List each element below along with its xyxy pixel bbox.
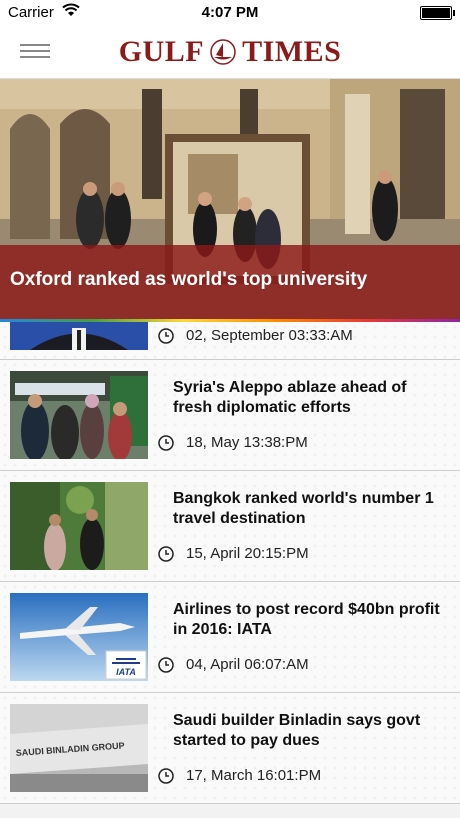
gulf-times-logo: GULF TIMES <box>105 35 355 69</box>
hamburger-menu-icon[interactable] <box>20 44 50 58</box>
article-date: 17, March 16:01:PM <box>158 767 321 784</box>
app-header: GULF TIMES <box>0 26 460 79</box>
clock-icon <box>158 327 174 344</box>
article-title[interactable]: Airlines to post record $40bn profit in … <box>173 600 443 640</box>
list-item[interactable]: SAUDI BINLADIN GROUP Saudi builder Binla… <box>0 693 460 804</box>
list-item[interactable]: IATA Airlines to post record $40bn profi… <box>0 582 460 693</box>
hero-headline[interactable]: Oxford ranked as world's top university <box>10 269 367 291</box>
clock-icon <box>158 434 174 451</box>
list-item[interactable]: Bangkok ranked world's number 1 travel d… <box>0 471 460 582</box>
article-date-text: 17, March 16:01:PM <box>186 767 322 784</box>
article-thumbnail <box>10 322 148 350</box>
article-date: 04, April 06:07:AM <box>158 656 309 673</box>
article-thumbnail <box>10 371 148 459</box>
article-date: 18, May 13:38:PM <box>158 434 308 451</box>
status-bar: Carrier 4:07 PM <box>0 0 460 26</box>
battery-icon <box>420 6 455 20</box>
article-list: 02, September 03:33:AM Syria's Aleppo ab… <box>0 322 460 804</box>
clock-icon <box>158 656 174 673</box>
article-date: 15, April 20:15:PM <box>158 545 309 562</box>
clock-icon <box>158 767 174 784</box>
list-item[interactable]: 02, September 03:33:AM <box>0 322 460 360</box>
logo-text-right: TIMES <box>242 35 342 68</box>
iata-logo-text: IATA <box>116 667 136 677</box>
article-date-text: 15, April 20:15:PM <box>186 545 309 562</box>
list-item[interactable]: Syria's Aleppo ablaze ahead of fresh dip… <box>0 360 460 471</box>
article-date-text: 18, May 13:38:PM <box>186 434 308 451</box>
article-date-text: 04, April 06:07:AM <box>186 656 309 673</box>
article-title[interactable]: Syria's Aleppo ablaze ahead of fresh dip… <box>173 378 443 418</box>
article-date: 02, September 03:33:AM <box>158 327 353 344</box>
article-thumbnail: SAUDI BINLADIN GROUP <box>10 704 148 792</box>
article-thumbnail <box>10 482 148 570</box>
hero-story[interactable]: Oxford ranked as world's top university <box>0 79 460 321</box>
article-title[interactable]: Saudi builder Binladin says govt started… <box>173 711 443 751</box>
clock-icon <box>158 545 174 562</box>
clock-time: 4:07 PM <box>201 4 259 21</box>
article-thumbnail: IATA <box>10 593 148 681</box>
article-date-text: 02, September 03:33:AM <box>186 327 353 344</box>
logo-text-left: GULF <box>118 35 205 68</box>
dhow-boat-icon <box>210 39 236 65</box>
article-title[interactable]: Bangkok ranked world's number 1 travel d… <box>173 489 443 529</box>
